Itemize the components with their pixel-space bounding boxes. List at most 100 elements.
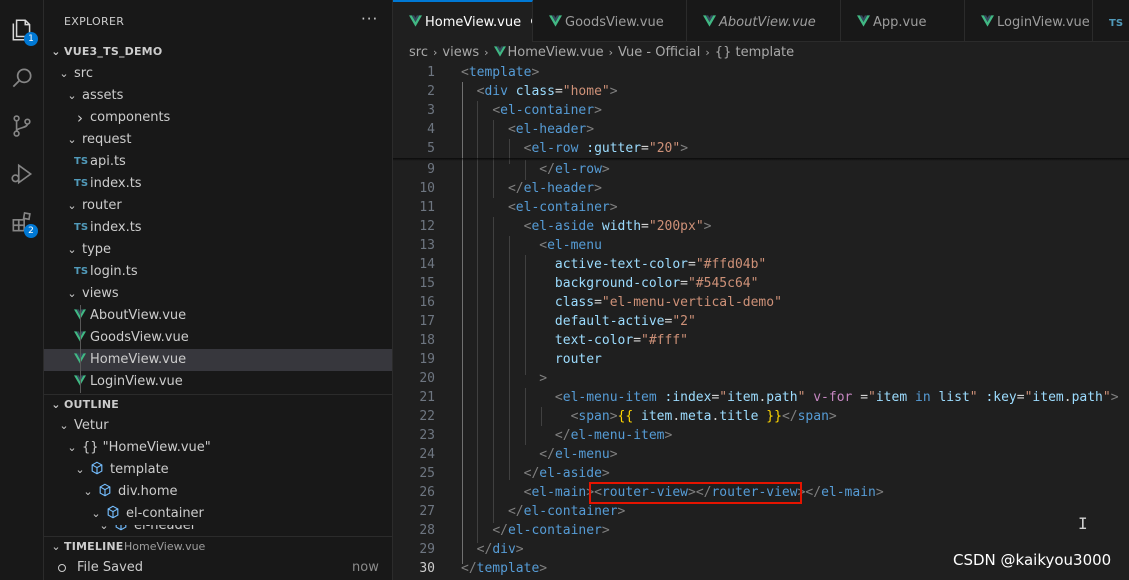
code-token: > [586, 122, 595, 137]
tab-ts[interactable]: TS [1093, 0, 1129, 42]
tab-homeview-vue[interactable]: HomeView.vue [393, 0, 533, 42]
tree-item-label: router [82, 198, 122, 213]
code-line[interactable]: 22 <span>{{ item.meta.title }}</span> [393, 407, 1129, 426]
explorer-title: EXPLORER [64, 15, 125, 28]
code-token: </ [476, 542, 493, 557]
code-token: </ [539, 162, 555, 177]
indent-guide [493, 160, 494, 198]
outline-item[interactable]: ⌄ el-container [44, 503, 392, 525]
code-token: list [938, 390, 970, 405]
code-line[interactable]: 5 <el-row :gutter="20"> [393, 139, 1129, 158]
tree-item[interactable]: ⌄ request [44, 129, 392, 151]
timeline-section-header[interactable]: ⌄ TIMELINE HomeView.vue [44, 536, 392, 558]
indent-guide [525, 160, 526, 180]
code-line[interactable]: 28 </el-container> [393, 521, 1129, 540]
project-name: VUE3_TS_DEMO [64, 45, 163, 58]
code-token: > [664, 428, 673, 443]
tree-item[interactable]: ⌄ assets [44, 85, 392, 107]
breadcrumb-item[interactable]: src [409, 45, 428, 60]
code-token: :key [985, 390, 1017, 405]
code-token: </ [523, 466, 540, 481]
run-debug-icon[interactable] [6, 158, 38, 190]
timeline-entry[interactable]: File Saved now [44, 557, 392, 579]
tab-aboutview-vue[interactable]: AboutView.vue [687, 0, 841, 42]
outline-item[interactable]: ⌄ template [44, 459, 392, 481]
code-line[interactable]: 16 class="el-menu-vertical-demo" [393, 293, 1129, 312]
code-token: < [507, 122, 516, 137]
project-section-header[interactable]: ⌄ VUE3_TS_DEMO [44, 41, 392, 63]
code-line[interactable]: 19 router [393, 350, 1129, 369]
code-line[interactable]: 13 <el-menu [393, 236, 1129, 255]
breadcrumb-item[interactable]: HomeView.vue [508, 45, 604, 60]
code-line[interactable]: 17 default-active="2" [393, 312, 1129, 331]
outline-item[interactable]: ⌄ el-header [44, 525, 392, 536]
code-line[interactable]: 24 </el-menu> [393, 445, 1129, 464]
code-token: router [554, 352, 602, 367]
tree-item[interactable]: LoginView.vue [44, 371, 392, 393]
tree-item[interactable]: TS index.ts [44, 217, 392, 239]
more-actions-button[interactable]: ··· [361, 10, 378, 28]
code-line[interactable]: 9 </el-row> [393, 160, 1129, 179]
tree-item[interactable]: TS api.ts [44, 151, 392, 173]
tree-item[interactable]: ⌄ views [44, 283, 392, 305]
code-line[interactable]: 23 </el-menu-item> [393, 426, 1129, 445]
tree-item[interactable]: ⌄ type [44, 239, 392, 261]
tab-goodsview-vue[interactable]: GoodsView.vue [533, 0, 687, 42]
tab-app-vue[interactable]: App.vue [841, 0, 965, 42]
source-control-icon[interactable] [6, 110, 38, 142]
code-token: > [609, 447, 618, 462]
timeline-entry-time: now [352, 560, 379, 575]
tree-item[interactable]: ⌄ router [44, 195, 392, 217]
code-text: </el-container> [461, 521, 609, 540]
line-number: 4 [427, 122, 435, 137]
code-line[interactable]: 10 </el-header> [393, 179, 1129, 198]
code-token: > [875, 485, 884, 500]
tab-label: AboutView.vue [719, 15, 816, 30]
indent-guide [541, 407, 542, 426]
breadcrumb-item[interactable]: Vue - Official [618, 45, 700, 60]
code-token: = [594, 295, 602, 310]
code-token: = [1016, 390, 1025, 405]
tree-item[interactable]: TS login.ts [44, 261, 392, 283]
code-line[interactable]: 14 active-text-color="#ffd04b" [393, 255, 1129, 274]
code-token: = [687, 257, 696, 272]
code-line[interactable]: 11 <el-container> [393, 198, 1129, 217]
timeline-file: HomeView.vue [124, 540, 206, 553]
code-token: el-menu-item [562, 390, 657, 405]
search-icon[interactable] [6, 62, 38, 94]
extensions-icon[interactable]: 2 [6, 206, 38, 238]
tree-item[interactable]: AboutView.vue [44, 305, 392, 327]
code-line[interactable]: 27 </el-container> [393, 502, 1129, 521]
code-line[interactable]: 15 background-color="#545c64" [393, 274, 1129, 293]
code-line[interactable]: 12 <el-aside width="200px"> [393, 217, 1129, 236]
files-icon[interactable]: 1 [6, 14, 38, 46]
code-text: </template> [461, 559, 547, 578]
tree-item[interactable]: ⌄ src [44, 63, 392, 85]
tree-item[interactable]: GoodsView.vue [44, 327, 392, 349]
breadcrumb-item[interactable]: {} template [715, 45, 794, 60]
tree-item[interactable]: HomeView.vue [44, 349, 392, 371]
tree-item[interactable]: TS index.ts [44, 173, 392, 195]
tab-loginview-vue[interactable]: LoginView.vue [965, 0, 1093, 42]
code-token: </ [805, 485, 822, 500]
outline-section-header[interactable]: ⌄ OUTLINE [44, 394, 392, 416]
outline-item[interactable]: ⌄ {} "HomeView.vue" [44, 437, 392, 459]
outline-item[interactable]: ⌄ div.home [44, 481, 392, 503]
code-line[interactable]: 1 <template> [393, 63, 1129, 82]
code-text: <el-container> [461, 101, 602, 120]
code-line[interactable]: 18 text-color="#fff" [393, 331, 1129, 350]
breadcrumb-item[interactable]: views [442, 45, 479, 60]
code-line[interactable]: 3 <el-container> [393, 101, 1129, 120]
code-line[interactable]: 4 <el-header> [393, 120, 1129, 139]
code-line[interactable]: 20 > [393, 369, 1129, 388]
code-line[interactable]: 2 <div class="home"> [393, 82, 1129, 101]
tree-item-label: assets [82, 88, 124, 103]
sticky-scroll-shadow [393, 158, 1129, 161]
tree-item[interactable]: › components [44, 107, 392, 129]
outline-item[interactable]: ⌄ Vetur [44, 415, 392, 437]
code-line[interactable]: 21 <el-menu-item :index="item.path" v-fo… [393, 388, 1129, 407]
code-line[interactable]: 25 </el-aside> [393, 464, 1129, 483]
